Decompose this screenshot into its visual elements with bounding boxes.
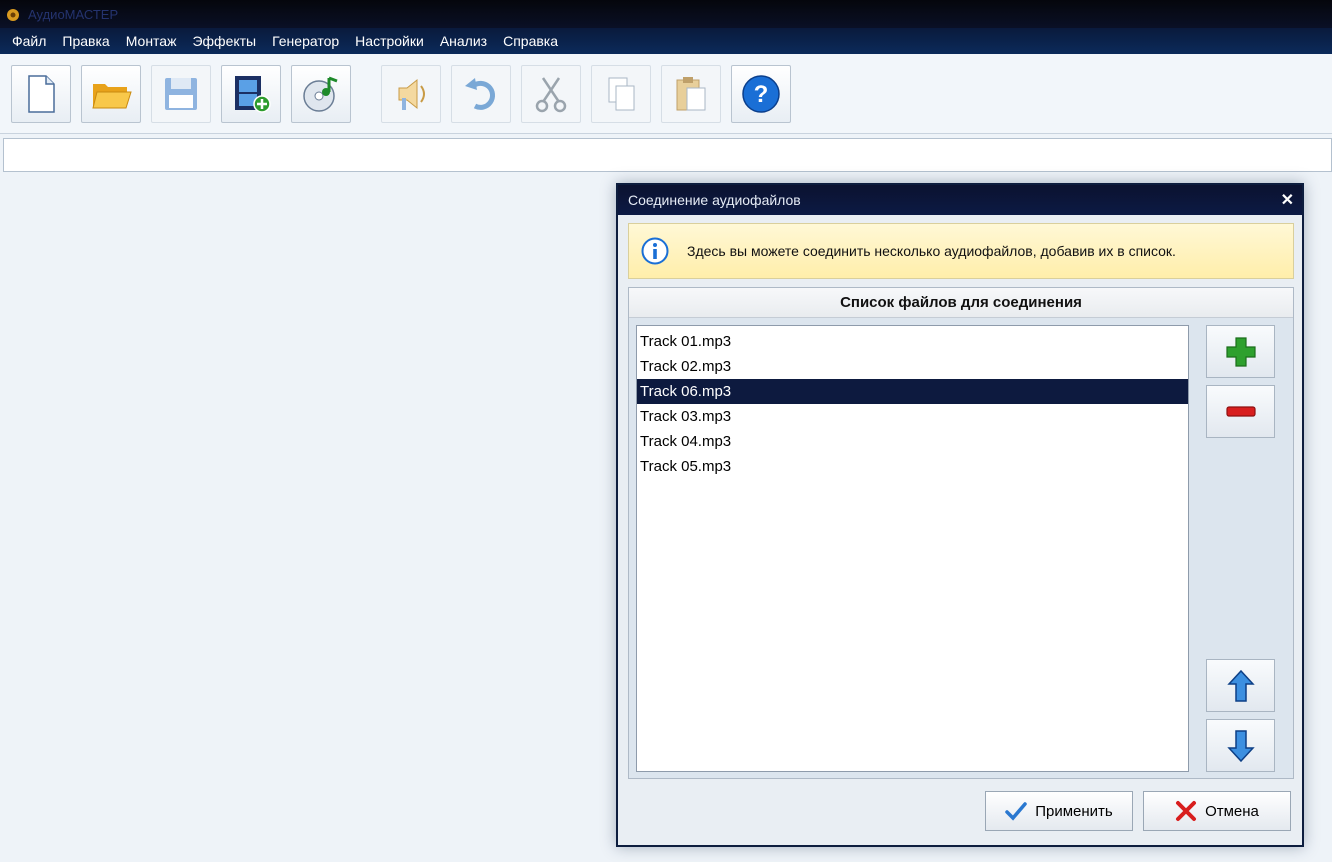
cd-music-icon	[303, 76, 338, 112]
svg-text:?: ?	[754, 81, 769, 108]
menu-file[interactable]: Файл	[4, 33, 54, 49]
list-item[interactable]: Track 03.mp3	[637, 404, 1188, 429]
copy-button[interactable]	[591, 65, 651, 123]
sound-button[interactable]	[381, 65, 441, 123]
info-banner: Здесь вы можете соединить несколько ауди…	[628, 223, 1294, 279]
title-bar: АудиоМАСТЕР	[0, 0, 1332, 28]
close-icon[interactable]: ✕	[1281, 190, 1294, 210]
list-item[interactable]: Track 01.mp3	[637, 329, 1188, 354]
cancel-x-icon	[1176, 801, 1197, 821]
window-title: АудиоМАСТЕР	[28, 6, 119, 22]
menu-edit[interactable]: Правка	[54, 33, 117, 49]
open-folder-icon	[92, 84, 132, 109]
menu-settings[interactable]: Настройки	[347, 33, 432, 49]
dialog-title: Соединение аудиофайлов	[628, 192, 801, 208]
list-item[interactable]: Track 04.mp3	[637, 429, 1188, 454]
save-icon	[165, 78, 197, 110]
add-file-button[interactable]	[1206, 325, 1275, 378]
cancel-label: Отмена	[1205, 802, 1259, 820]
list-item[interactable]: Track 02.mp3	[637, 354, 1188, 379]
plus-icon	[1225, 336, 1256, 367]
move-down-button[interactable]	[1206, 719, 1275, 772]
cut-button[interactable]	[521, 65, 581, 123]
open-file-button[interactable]	[81, 65, 141, 123]
help-button[interactable]: ?	[731, 65, 791, 123]
apply-label: Применить	[1035, 802, 1113, 820]
menu-help[interactable]: Справка	[495, 33, 566, 49]
arrow-down-icon	[1226, 729, 1255, 762]
paste-button[interactable]	[661, 65, 721, 123]
move-up-button[interactable]	[1206, 659, 1275, 712]
info-icon	[641, 237, 669, 265]
menu-montage[interactable]: Монтаж	[118, 33, 185, 49]
cut-icon	[535, 77, 567, 113]
join-audio-dialog: Соединение аудиофайлов ✕ Здесь вы можете…	[616, 183, 1304, 847]
menu-effects[interactable]: Эффекты	[184, 33, 264, 49]
dialog-title-bar: Соединение аудиофайлов ✕	[618, 185, 1302, 215]
file-list[interactable]: Track 01.mp3 Track 02.mp3 Track 06.mp3 T…	[636, 325, 1189, 772]
arrow-up-icon	[1226, 669, 1255, 702]
checkmark-icon	[1005, 802, 1027, 821]
info-text: Здесь вы можете соединить несколько ауди…	[687, 243, 1176, 259]
help-icon: ?	[742, 75, 780, 113]
sound-icon	[398, 78, 425, 110]
add-video-button[interactable]	[221, 65, 281, 123]
path-field[interactable]	[3, 138, 1332, 172]
new-file-icon	[28, 75, 55, 113]
list-item-selected[interactable]: Track 06.mp3	[637, 379, 1188, 404]
list-header: Список файлов для соединения	[629, 288, 1293, 318]
file-list-panel: Список файлов для соединения Track 01.mp…	[628, 287, 1294, 779]
menu-analysis[interactable]: Анализ	[432, 33, 495, 49]
toolbar: ?	[0, 54, 1332, 134]
menu-generator[interactable]: Генератор	[264, 33, 347, 49]
undo-button[interactable]	[451, 65, 511, 123]
cancel-button[interactable]: Отмена	[1143, 791, 1291, 831]
paste-icon	[676, 77, 706, 111]
menu-bar: Файл Правка Монтаж Эффекты Генератор Нас…	[0, 28, 1332, 54]
copy-icon	[608, 77, 635, 111]
remove-file-button[interactable]	[1206, 385, 1275, 438]
new-file-button[interactable]	[11, 65, 71, 123]
apply-button[interactable]: Применить	[985, 791, 1133, 831]
list-item[interactable]: Track 05.mp3	[637, 454, 1188, 479]
add-video-icon	[235, 76, 271, 113]
minus-icon	[1225, 405, 1256, 417]
save-button[interactable]	[151, 65, 211, 123]
undo-icon	[465, 78, 495, 110]
cd-music-button[interactable]	[291, 65, 351, 123]
app-logo-icon	[7, 9, 19, 21]
